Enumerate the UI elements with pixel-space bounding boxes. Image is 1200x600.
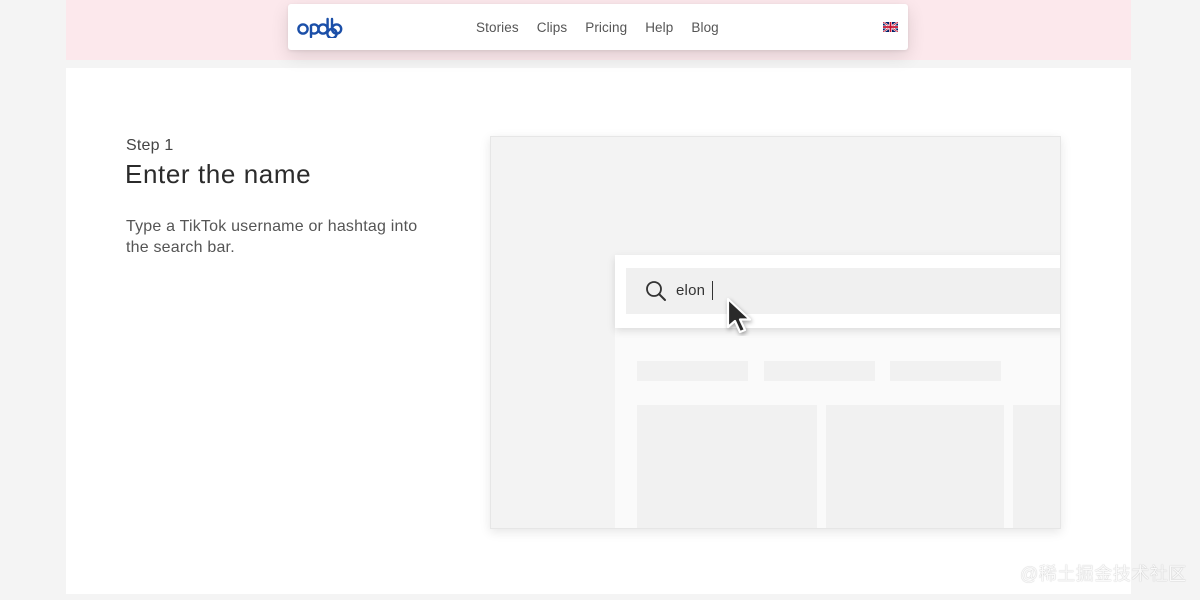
illustration-search-card: elon [615, 255, 1060, 328]
step-label: Step 1 [126, 137, 174, 154]
illustration-search-text: elon [676, 282, 706, 299]
placeholder-tile [826, 405, 1004, 528]
opdb-logo[interactable] [297, 16, 343, 38]
search-illustration: elon [490, 136, 1061, 529]
placeholder-tile [637, 405, 817, 528]
mouse-pointer-icon [726, 297, 752, 334]
nav-link-stories[interactable]: Stories [476, 20, 519, 35]
search-icon [646, 281, 666, 301]
placeholder-tab [637, 361, 748, 381]
nav-link-pricing[interactable]: Pricing [585, 20, 627, 35]
placeholder-tab [764, 361, 875, 381]
watermark-text: @稀土掘金技术社区 [1020, 564, 1187, 584]
navbar: Stories Clips Pricing Help Blog [288, 4, 908, 50]
nav-link-blog[interactable]: Blog [691, 20, 718, 35]
nav-link-help[interactable]: Help [645, 20, 673, 35]
nav-link-clips[interactable]: Clips [537, 20, 568, 35]
nav-links: Stories Clips Pricing Help Blog [476, 4, 737, 50]
illustration-search-bar: elon [626, 268, 1060, 314]
uk-flag-icon[interactable] [883, 22, 898, 32]
page: Stories Clips Pricing Help Blog Step 1 E… [0, 0, 1200, 600]
step-description: Type a TikTok username or hashtag into t… [126, 218, 418, 256]
text-caret [712, 281, 713, 300]
placeholder-tab [890, 361, 1001, 381]
placeholder-tile [1013, 405, 1060, 528]
step-title: Enter the name [125, 159, 312, 189]
